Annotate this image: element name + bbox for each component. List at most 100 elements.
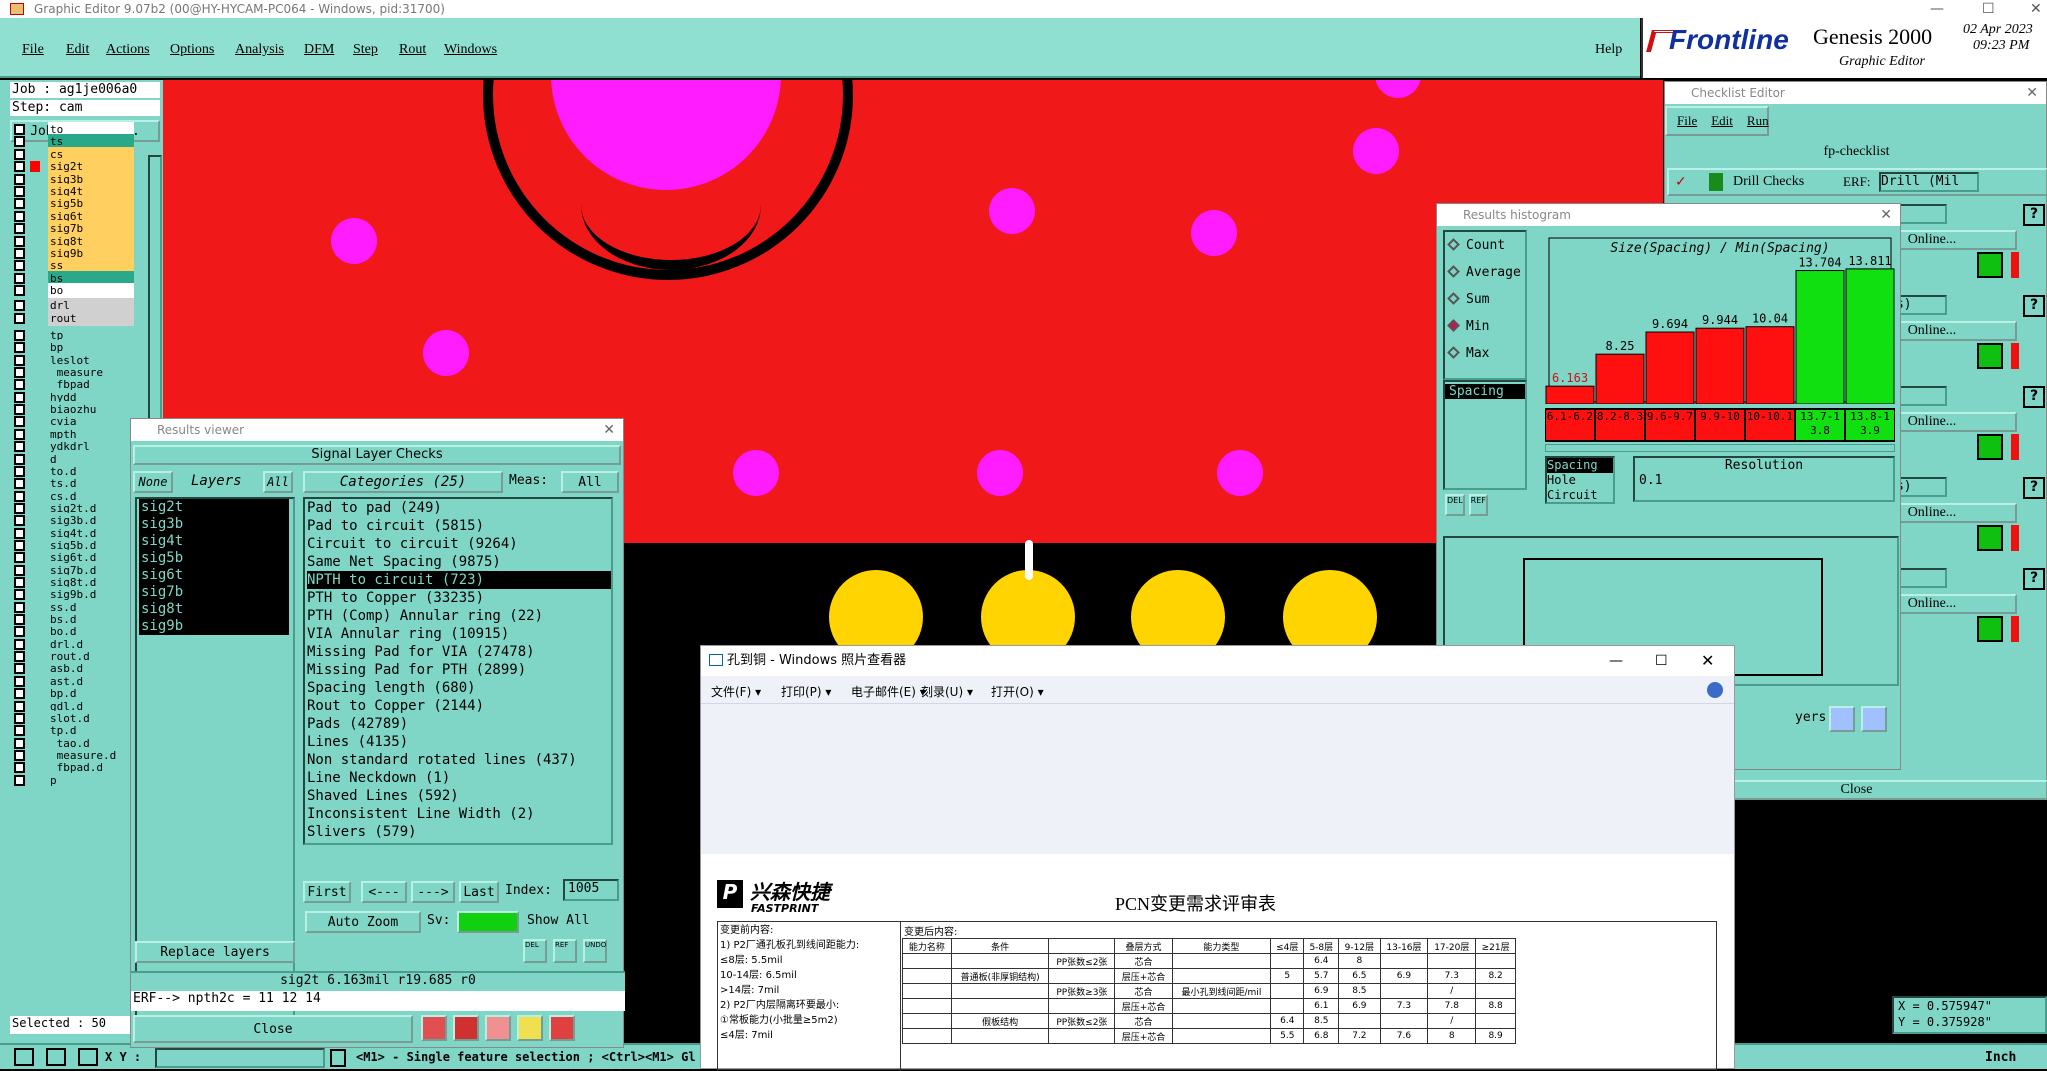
minimize-icon[interactable]: — [1609,646,1623,676]
layer-checkbox[interactable] [14,502,25,514]
mode-radio-min[interactable]: Min [1447,319,1489,334]
none-button[interactable]: None [133,471,173,493]
mode-radio-sum[interactable]: Sum [1447,292,1489,307]
layer-checkbox[interactable] [14,223,25,235]
report-icon[interactable] [421,1015,447,1041]
list-item[interactable]: Spacing [1445,384,1525,399]
layer-checkbox[interactable] [14,712,25,724]
mode-radio-max[interactable]: Max [1447,346,1489,361]
showall-checkbox[interactable]: Show All [527,913,590,928]
mode-radio-count[interactable]: Count [1447,238,1505,253]
layer-checkbox[interactable] [14,490,25,502]
layer-checkbox[interactable] [14,762,25,774]
layer-checkbox[interactable] [14,416,25,428]
table-icon[interactable] [453,1015,479,1041]
layer-checkbox[interactable] [14,235,25,247]
replace-layers-button[interactable]: Replace layers [135,941,295,963]
layer-checkbox[interactable] [14,675,25,687]
layer-checkbox[interactable] [14,173,25,185]
first-button[interactable]: First [303,881,351,903]
zoom-icon[interactable] [1977,525,2003,551]
category-item[interactable]: Slivers (579) [307,823,611,841]
menu-rout[interactable]: Rout [399,42,426,58]
autozoom-select[interactable]: Auto Zoom [305,911,421,933]
result-layer-item[interactable]: sig2t [139,499,289,516]
tool-icon[interactable] [46,1048,66,1066]
menu-analysis[interactable]: Analysis [235,42,284,58]
maximize-icon[interactable]: ☐ [1982,0,1995,18]
zoom-icon[interactable] [1977,252,2003,278]
photo-menu-item[interactable]: 刻录(U) ▾ [921,683,973,700]
mode-radio-average[interactable]: Average [1447,265,1521,280]
category-item[interactable]: NPTH to circuit (723) [307,571,611,589]
layer-checkbox[interactable] [14,688,25,700]
histogram-scrollbar[interactable] [1545,444,1895,452]
zoom-icon[interactable] [1977,434,2003,460]
menu-options[interactable]: Options [170,42,214,58]
index-input[interactable]: 1005 [563,879,619,901]
layer-checkbox[interactable] [14,260,25,272]
category-item[interactable]: Shaved Lines (592) [307,787,611,805]
layer-checkbox[interactable] [14,428,25,440]
close-icon[interactable]: ✕ [1880,204,1892,226]
layer-checkbox[interactable] [14,313,25,324]
result-layer-item[interactable]: sig3b [139,516,289,533]
prev-button[interactable]: <--- [361,881,407,903]
category-item[interactable]: PTH to Copper (33235) [307,589,611,607]
category-item[interactable]: Rout to Copper (2144) [307,697,611,715]
category-item[interactable]: Same Net Spacing (9875) [307,553,611,571]
menu-dfm[interactable]: DFM [304,42,334,58]
layer-checkbox[interactable] [14,749,25,761]
xy-input[interactable] [155,1048,325,1068]
result-layer-item[interactable]: sig5b [139,550,289,567]
category-item[interactable]: Pad to circuit (5815) [307,517,611,535]
grid-icon[interactable] [78,1048,98,1066]
layer-checkbox[interactable] [14,539,25,551]
photo-menu-item[interactable]: 文件(F) ▾ [711,683,761,700]
category-item[interactable]: Inconsistent Line Width (2) [307,805,611,823]
layer-checkbox[interactable] [14,564,25,576]
tool-icon[interactable] [14,1048,34,1066]
layer-checkbox[interactable] [14,248,25,259]
category-item[interactable]: Lines (4135) [307,733,611,751]
ref-icon[interactable]: REF [1468,494,1488,516]
layer-checkbox[interactable] [14,737,25,749]
del-icon[interactable]: DEL [1445,494,1465,516]
next-button[interactable]: ---> [411,881,455,903]
ref-icon[interactable]: REF [553,939,577,963]
layer-checkbox[interactable] [14,465,25,477]
erf-value[interactable]: Drill (Mil [1879,172,1979,192]
layer-checkbox[interactable] [14,614,25,626]
layer-checkbox[interactable] [14,700,25,712]
layer-checkbox[interactable] [14,198,25,210]
help-icon[interactable]: ? [2023,204,2045,226]
type-circuit[interactable]: Circuit [1547,488,1613,503]
category-item[interactable]: Spacing length (680) [307,679,611,697]
checklist-row[interactable]: ✓ Drill Checks ERF: Drill (Mil [1667,168,2047,196]
menu-step[interactable]: Step [353,42,378,58]
result-layer-item[interactable]: sig9b [139,618,289,635]
sv-color[interactable] [457,911,519,933]
menu-edit[interactable]: Edit [66,42,89,58]
layer-checkbox[interactable] [14,404,25,416]
category-item[interactable]: Circuit to circuit (9264) [307,535,611,553]
checklist-menu-edit[interactable]: Edit [1711,113,1733,129]
menu-windows[interactable]: Windows [444,42,497,58]
layer-checkbox[interactable] [14,663,25,675]
type-spacing[interactable]: Spacing [1547,458,1613,473]
category-item[interactable]: VIA Annular ring (10915) [307,625,611,643]
layer-checkbox[interactable] [14,285,25,297]
help-icon[interactable]: ? [2023,386,2045,408]
layer-checkbox[interactable] [14,342,25,354]
result-layer-item[interactable]: sig6t [139,567,289,584]
type-hole[interactable]: Hole [1547,473,1613,488]
checklist-menu-file[interactable]: File [1677,113,1697,129]
result-layer-item[interactable]: sig8t [139,601,289,618]
meas-select[interactable]: All [561,471,619,493]
layer-checkbox[interactable] [14,725,25,737]
layer-checkbox[interactable] [14,210,25,222]
layer-checkbox[interactable] [14,638,25,650]
photo-menu-item[interactable]: 打开(O) ▾ [991,683,1044,700]
category-item[interactable]: Pad to pad (249) [307,499,611,517]
layer-checkbox[interactable] [14,124,25,135]
